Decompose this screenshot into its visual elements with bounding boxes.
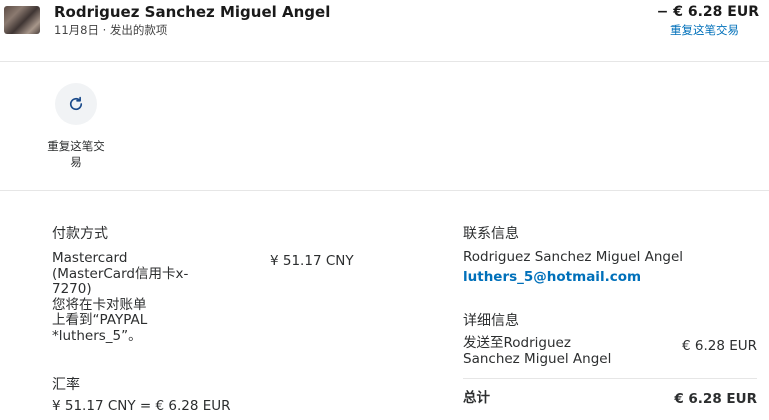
contact-heading: 联系信息 — [463, 226, 519, 242]
repeat-transaction-label[interactable]: 重复这笔交易 — [44, 138, 108, 170]
payment-amount: ¥ 51.17 CNY — [270, 253, 354, 269]
recipient-avatar — [4, 6, 40, 34]
repeat-transaction-button[interactable] — [55, 83, 97, 125]
sent-to-line: 发送至Rodriguez — [463, 335, 571, 351]
repeat-transaction-link[interactable]: 重复这笔交易 — [670, 22, 739, 38]
payment-method-heading: 付款方式 — [52, 226, 108, 242]
transaction-amount: − € 6.28 EUR — [656, 4, 759, 20]
exchange-rate-value: ¥ 51.17 CNY = € 6.28 EUR — [52, 398, 231, 414]
total-label: 总计 — [463, 390, 490, 406]
details-heading: 详细信息 — [463, 313, 519, 329]
statement-note-line: 上看到“PAYPAL — [52, 312, 148, 328]
sent-to-label: 发送至Rodriguez Sanchez Miguel Angel — [463, 335, 663, 367]
exchange-rate-heading: 汇率 — [52, 377, 80, 393]
sent-amount: € 6.28 EUR — [681, 338, 757, 354]
transaction-subtitle: 11月8日 · 发出的款项 — [54, 23, 168, 37]
divider — [463, 378, 757, 379]
statement-note-line: *luthers_5”。 — [52, 327, 142, 344]
refresh-icon — [69, 96, 83, 111]
divider — [0, 190, 769, 191]
payment-method-line: 7270) — [52, 281, 92, 297]
payment-method-line: (MasterCard信用卡x- — [52, 265, 189, 282]
statement-note-line: 您将在卡对账单 — [52, 296, 147, 313]
recipient-name: Rodriguez Sanchez Miguel Angel — [54, 3, 331, 21]
sent-to-line: Sanchez Miguel Angel — [463, 350, 612, 367]
total-amount: € 6.28 EUR — [674, 391, 757, 407]
payment-method-details: Mastercard (MasterCard信用卡x- 7270) 您将在卡对账… — [52, 250, 252, 344]
contact-email-link[interactable]: luthers_5@hotmail.com — [463, 269, 641, 286]
divider — [0, 61, 769, 62]
payment-method-line: Mastercard — [52, 250, 128, 266]
contact-name: Rodriguez Sanchez Miguel Angel — [463, 249, 684, 265]
